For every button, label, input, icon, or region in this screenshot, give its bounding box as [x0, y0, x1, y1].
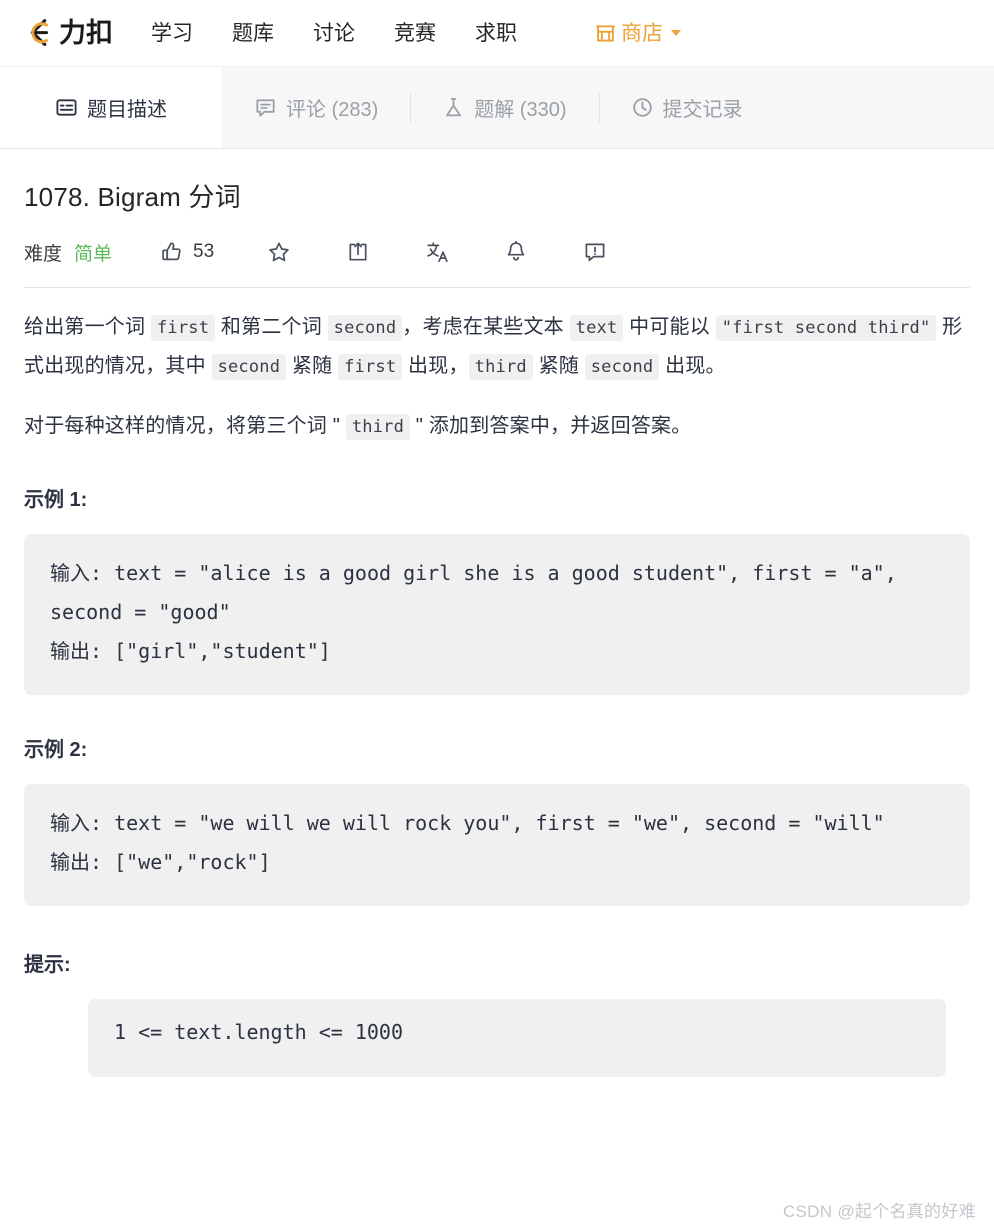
desc-text: 对于每种这样的情况，将第三个词 ": [24, 414, 346, 437]
share-button[interactable]: [346, 240, 370, 264]
problem-meta-row: 难度 简单 53: [24, 237, 970, 267]
nav-items: 学习 题库 讨论 竞赛 求职 商店: [151, 23, 681, 44]
nav-item-discuss[interactable]: 讨论: [313, 23, 355, 44]
nav-item-jobs[interactable]: 求职: [475, 23, 517, 44]
description-paragraph-2: 对于每种这样的情况，将第三个词 " third " 添加到答案中，并返回答案。: [24, 407, 970, 445]
difficulty-value: 简单: [74, 243, 113, 265]
desc-text: 出现。: [659, 354, 726, 377]
page-title: 1078. Bigram 分词: [24, 182, 241, 212]
tab-submissions-label: 提交记录: [662, 99, 743, 121]
clock-icon: [631, 96, 654, 119]
star-icon: [267, 240, 291, 264]
code-text: text: [569, 315, 624, 342]
chevron-down-icon: [671, 30, 681, 36]
problem-content: 1078. Bigram 分词 难度 简单 53 给出第一个词 first 和第…: [0, 182, 994, 1078]
leetcode-problem-page: 力扣 学习 题库 讨论 竞赛 求职 商店 题目描述 评论 (283) 题解 (3…: [0, 0, 994, 1232]
hints-code: 1 <= text.length <= 1000: [88, 999, 946, 1078]
tab-description[interactable]: 题目描述: [0, 67, 222, 148]
thumbs-up-icon: [160, 240, 184, 264]
desc-text: ，考虑在某些文本: [402, 316, 570, 339]
code-first: first: [150, 315, 216, 342]
tab-submissions[interactable]: 提交记录: [598, 67, 775, 148]
hints-title: 提示:: [24, 954, 71, 977]
translate-icon: [425, 240, 449, 264]
code-second: second: [327, 315, 403, 342]
leetcode-logo-icon: [22, 16, 56, 50]
example-1-title: 示例 1:: [24, 489, 88, 512]
favorite-button[interactable]: [267, 240, 291, 264]
code-pattern: "first second third": [715, 315, 937, 342]
shop-icon: [595, 23, 616, 43]
tab-solutions[interactable]: 题解 (330): [410, 67, 598, 148]
translate-button[interactable]: [425, 240, 449, 264]
top-navigation-bar: 力扣 学习 题库 讨论 竞赛 求职 商店: [0, 0, 994, 66]
nav-item-shop[interactable]: 商店: [595, 23, 681, 44]
example-1-code: 输入: text = "alice is a good girl she is …: [24, 534, 970, 696]
notification-button[interactable]: [504, 240, 528, 264]
tab-comments-label: 评论 (283): [286, 99, 379, 121]
code-third: third: [468, 353, 533, 380]
tab-description-label: 题目描述: [87, 99, 167, 121]
problem-tab-bar: 题目描述 评论 (283) 题解 (330) 提交记录: [0, 66, 994, 149]
code-second-2: second: [211, 353, 287, 380]
like-button[interactable]: 53: [160, 240, 214, 264]
code-second-3: second: [584, 353, 660, 380]
tab-comments[interactable]: 评论 (283): [222, 67, 410, 148]
tab-solutions-label: 题解 (330): [474, 99, 567, 121]
nav-item-study[interactable]: 学习: [151, 23, 193, 44]
nav-item-shop-label: 商店: [621, 21, 663, 45]
flask-icon: [442, 96, 465, 119]
share-icon: [346, 240, 370, 264]
desc-text: 紧随: [532, 354, 585, 377]
desc-text: 出现，: [402, 354, 469, 377]
watermark: CSDN @起个名真的好难: [782, 1202, 976, 1221]
code-third-2: third: [345, 413, 411, 440]
site-logo[interactable]: 力扣: [22, 16, 113, 50]
example-2-title: 示例 2:: [24, 739, 88, 762]
site-logo-text: 力扣: [59, 17, 113, 48]
nav-item-contest[interactable]: 竞赛: [394, 23, 436, 44]
report-button[interactable]: [583, 240, 607, 264]
desc-text: 和第二个词: [215, 316, 328, 339]
problem-description: 给出第一个词 first 和第二个词 second ，考虑在某些文本 text 中…: [24, 288, 970, 1078]
desc-text: 紧随: [286, 354, 339, 377]
nav-item-problems[interactable]: 题库: [232, 23, 274, 44]
code-first-2: first: [338, 353, 403, 380]
desc-text: " 添加到答案中，并返回答案。: [410, 414, 692, 437]
example-2-code: 输入: text = "we will we will rock you", f…: [24, 784, 970, 907]
description-icon: [55, 96, 78, 119]
bell-icon: [504, 240, 528, 264]
desc-text: 给出第一个词: [24, 316, 151, 339]
description-paragraph-1: 给出第一个词 first 和第二个词 second ，考虑在某些文本 text 中…: [24, 308, 970, 385]
like-count: 53: [193, 241, 215, 263]
difficulty-label: 难度: [24, 243, 63, 265]
report-icon: [583, 240, 607, 264]
comment-icon: [254, 96, 277, 119]
desc-text: 中可能以: [623, 316, 716, 339]
